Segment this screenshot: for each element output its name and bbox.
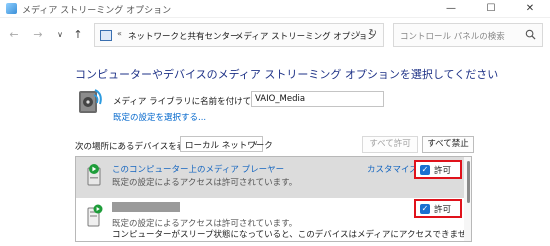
allow-checkbox[interactable]: ✓ 許可 [414, 160, 462, 179]
address-dropdown-icon[interactable]: ∨ [355, 29, 361, 38]
up-icon[interactable]: ↑ [70, 27, 86, 43]
list-item[interactable]: 既定の設定によるアクセスは許可されています。 コンピューターがスリープ状態になっ… [76, 198, 471, 240]
window-title: メディア ストリーミング オプション [22, 6, 172, 16]
allow-label: 許可 [434, 166, 452, 176]
device-name[interactable]: このコンピューター上のメディア プレーヤー [112, 163, 284, 175]
chevron-down-icon: ∨ [252, 139, 258, 147]
minimize-button[interactable]: — [431, 0, 471, 18]
recent-locations-icon[interactable]: ∨ [52, 27, 68, 43]
breadcrumb-network-sharing-center[interactable]: ネットワークと共有センター [128, 30, 239, 42]
checkmark-icon: ✓ [420, 165, 430, 175]
refresh-icon[interactable]: ↻ [369, 28, 377, 39]
show-devices-label: 次の場所にあるデバイスを表示: [75, 142, 197, 152]
network-location-value: ローカル ネットワーク [185, 141, 273, 151]
computer-device-icon [87, 204, 103, 227]
allow-label: 許可 [434, 205, 452, 215]
media-options-icon [6, 3, 17, 14]
scrollbar-thumb[interactable] [467, 161, 470, 203]
network-location-dropdown[interactable]: ローカル ネットワーク ∨ [180, 136, 273, 152]
device-status: 既定の設定によるアクセスは許可されています。 [112, 178, 298, 188]
device-sleep-note: コンピューターがスリープ状態になっていると、このデバイスはメディアにアクセスでき… [112, 230, 472, 240]
choose-defaults-link[interactable]: 既定の設定を選択する... [113, 111, 206, 123]
media-library-icon [79, 89, 102, 113]
redacted-device-name [112, 202, 180, 212]
library-name-field[interactable] [251, 91, 384, 107]
breadcrumb-chevron-icon[interactable]: › [224, 29, 227, 38]
address-overflow-icon[interactable]: « [117, 29, 122, 38]
back-icon[interactable]: ← [6, 27, 22, 43]
forward-icon[interactable]: → [30, 27, 46, 43]
search-icon[interactable] [525, 29, 536, 40]
title-bar: メディア ストリーミング オプション — ☐ ✕ [0, 0, 550, 18]
allow-all-button[interactable]: すべて許可 [362, 136, 418, 153]
scrollbar[interactable] [464, 157, 471, 241]
media-player-device-icon [87, 164, 101, 186]
checkmark-icon: ✓ [420, 204, 430, 214]
navigation-bar: ← → ∨ ↑ « ネットワークと共有センター › メディア ストリーミング オ… [0, 20, 550, 50]
device-list: このコンピューター上のメディア プレーヤー 既定の設定によるアクセスは許可されて… [75, 156, 472, 242]
list-item[interactable]: このコンピューター上のメディア プレーヤー 既定の設定によるアクセスは許可されて… [76, 157, 466, 198]
close-button[interactable]: ✕ [510, 0, 550, 18]
search-input[interactable]: コントロール パネルの検索 [393, 23, 543, 47]
allow-checkbox[interactable]: ✓ 許可 [414, 199, 462, 218]
page-title: コンピューターやデバイスのメディア ストリーミング オプションを選択してください [75, 68, 499, 81]
control-panel-icon [100, 30, 112, 41]
block-all-button[interactable]: すべて禁止 [422, 136, 474, 153]
search-placeholder: コントロール パネルの検索 [400, 32, 505, 42]
address-bar[interactable]: « ネットワークと共有センター › メディア ストリーミング オプション ∨ ↻ [94, 23, 384, 47]
maximize-button[interactable]: ☐ [471, 0, 511, 18]
